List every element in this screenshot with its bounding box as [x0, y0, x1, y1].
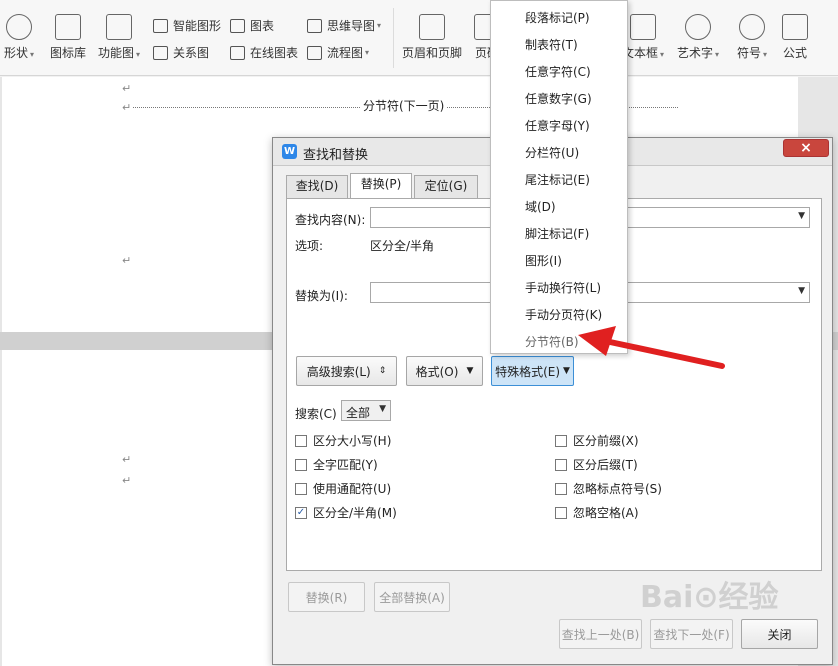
arrow-shaft [607, 339, 725, 369]
baidu-watermark-logo: Bai⊙经验 [640, 580, 779, 615]
arrow-head [578, 326, 616, 356]
annotation-arrow [578, 326, 725, 369]
